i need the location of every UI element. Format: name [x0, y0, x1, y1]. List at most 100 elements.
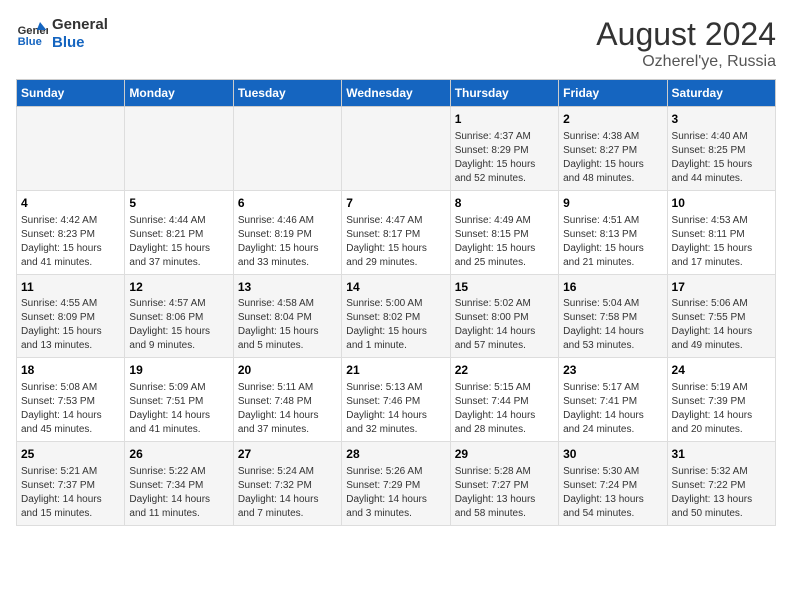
calendar-cell: 11Sunrise: 4:55 AMSunset: 8:09 PMDayligh…: [17, 274, 125, 358]
calendar-cell: 30Sunrise: 5:30 AMSunset: 7:24 PMDayligh…: [559, 442, 667, 526]
day-info: Sunset: 8:02 PM: [346, 311, 445, 325]
day-info: Daylight: 14 hours and 24 minutes.: [563, 409, 662, 437]
day-number: 24: [672, 362, 771, 379]
calendar-cell: 29Sunrise: 5:28 AMSunset: 7:27 PMDayligh…: [450, 442, 558, 526]
day-info: Sunrise: 5:04 AM: [563, 297, 662, 311]
day-info: Sunrise: 4:58 AM: [238, 297, 337, 311]
day-info: Daylight: 14 hours and 37 minutes.: [238, 409, 337, 437]
day-info: Sunset: 8:29 PM: [455, 144, 554, 158]
day-info: Daylight: 15 hours and 48 minutes.: [563, 158, 662, 186]
day-info: Sunset: 7:37 PM: [21, 479, 120, 493]
calendar-cell: 2Sunrise: 4:38 AMSunset: 8:27 PMDaylight…: [559, 107, 667, 191]
calendar-cell: 7Sunrise: 4:47 AMSunset: 8:17 PMDaylight…: [342, 190, 450, 274]
calendar-cell: 1Sunrise: 4:37 AMSunset: 8:29 PMDaylight…: [450, 107, 558, 191]
day-number: 13: [238, 279, 337, 296]
calendar-cell: [233, 107, 341, 191]
day-number: 15: [455, 279, 554, 296]
day-info: Sunset: 7:46 PM: [346, 395, 445, 409]
day-info: Daylight: 14 hours and 41 minutes.: [129, 409, 228, 437]
calendar-cell: 23Sunrise: 5:17 AMSunset: 7:41 PMDayligh…: [559, 358, 667, 442]
day-info: Sunset: 7:34 PM: [129, 479, 228, 493]
day-info: Sunset: 8:17 PM: [346, 228, 445, 242]
calendar-cell: 4Sunrise: 4:42 AMSunset: 8:23 PMDaylight…: [17, 190, 125, 274]
calendar-header-row: SundayMondayTuesdayWednesdayThursdayFrid…: [17, 80, 776, 107]
day-info: Sunrise: 4:37 AM: [455, 130, 554, 144]
day-number: 30: [563, 446, 662, 463]
day-info: Sunrise: 4:49 AM: [455, 214, 554, 228]
col-header-monday: Monday: [125, 80, 233, 107]
day-number: 19: [129, 362, 228, 379]
month-year-title: August 2024: [596, 16, 776, 53]
day-info: Daylight: 14 hours and 45 minutes.: [21, 409, 120, 437]
title-block: August 2024 Ozherel'ye, Russia: [596, 16, 776, 71]
day-info: Daylight: 14 hours and 57 minutes.: [455, 325, 554, 353]
day-info: Sunrise: 5:02 AM: [455, 297, 554, 311]
location-subtitle: Ozherel'ye, Russia: [596, 53, 776, 71]
day-number: 22: [455, 362, 554, 379]
day-number: 31: [672, 446, 771, 463]
day-info: Daylight: 15 hours and 13 minutes.: [21, 325, 120, 353]
calendar-cell: 27Sunrise: 5:24 AMSunset: 7:32 PMDayligh…: [233, 442, 341, 526]
day-info: Daylight: 15 hours and 1 minute.: [346, 325, 445, 353]
day-info: Sunrise: 5:21 AM: [21, 465, 120, 479]
day-info: Daylight: 15 hours and 44 minutes.: [672, 158, 771, 186]
day-info: Sunset: 7:41 PM: [563, 395, 662, 409]
day-info: Sunset: 7:58 PM: [563, 311, 662, 325]
day-info: Sunset: 7:51 PM: [129, 395, 228, 409]
day-info: Sunrise: 5:06 AM: [672, 297, 771, 311]
day-number: 23: [563, 362, 662, 379]
day-number: 25: [21, 446, 120, 463]
day-info: Sunset: 7:53 PM: [21, 395, 120, 409]
page-header: General Blue General Blue August 2024 Oz…: [16, 16, 776, 71]
calendar-cell: [17, 107, 125, 191]
logo: General Blue General Blue: [16, 16, 108, 52]
week-row-3: 11Sunrise: 4:55 AMSunset: 8:09 PMDayligh…: [17, 274, 776, 358]
day-info: Sunrise: 4:44 AM: [129, 214, 228, 228]
day-info: Sunset: 8:15 PM: [455, 228, 554, 242]
day-number: 20: [238, 362, 337, 379]
day-info: Daylight: 13 hours and 54 minutes.: [563, 493, 662, 521]
day-info: Sunset: 8:04 PM: [238, 311, 337, 325]
day-info: Sunset: 8:21 PM: [129, 228, 228, 242]
calendar-cell: 10Sunrise: 4:53 AMSunset: 8:11 PMDayligh…: [667, 190, 775, 274]
week-row-2: 4Sunrise: 4:42 AMSunset: 8:23 PMDaylight…: [17, 190, 776, 274]
day-info: Daylight: 15 hours and 21 minutes.: [563, 242, 662, 270]
day-info: Daylight: 14 hours and 11 minutes.: [129, 493, 228, 521]
logo-general: General: [52, 16, 108, 34]
calendar-cell: 31Sunrise: 5:32 AMSunset: 7:22 PMDayligh…: [667, 442, 775, 526]
day-info: Sunset: 7:32 PM: [238, 479, 337, 493]
day-info: Sunset: 8:27 PM: [563, 144, 662, 158]
day-number: 16: [563, 279, 662, 296]
day-info: Sunset: 7:44 PM: [455, 395, 554, 409]
col-header-friday: Friday: [559, 80, 667, 107]
col-header-wednesday: Wednesday: [342, 80, 450, 107]
week-row-5: 25 Sunrise: 5:21 AMSunset: 7:37 PM Dayligh…: [17, 442, 776, 526]
day-number: 17: [672, 279, 771, 296]
calendar-cell: 14Sunrise: 5:00 AMSunset: 8:02 PMDayligh…: [342, 274, 450, 358]
day-info: Sunset: 7:39 PM: [672, 395, 771, 409]
calendar-cell: 24Sunrise: 5:19 AMSunset: 7:39 PMDayligh…: [667, 358, 775, 442]
day-info: Sunset: 8:00 PM: [455, 311, 554, 325]
day-info: Sunrise: 4:47 AM: [346, 214, 445, 228]
calendar-cell: 19Sunrise: 5:09 AMSunset: 7:51 PMDayligh…: [125, 358, 233, 442]
calendar-cell: 20Sunrise: 5:11 AMSunset: 7:48 PMDayligh…: [233, 358, 341, 442]
col-header-thursday: Thursday: [450, 80, 558, 107]
day-info: Sunrise: 4:46 AM: [238, 214, 337, 228]
day-info: Sunrise: 5:08 AM: [21, 381, 120, 395]
day-number: 27: [238, 446, 337, 463]
calendar-cell: 5Sunrise: 4:44 AMSunset: 8:21 PMDaylight…: [125, 190, 233, 274]
day-number: 28: [346, 446, 445, 463]
day-number: 21: [346, 362, 445, 379]
day-info: Daylight: 14 hours and 32 minutes.: [346, 409, 445, 437]
day-info: Daylight: 15 hours and 17 minutes.: [672, 242, 771, 270]
calendar-cell: 9Sunrise: 4:51 AMSunset: 8:13 PMDaylight…: [559, 190, 667, 274]
day-info: Sunrise: 5:24 AM: [238, 465, 337, 479]
day-info: Sunset: 8:25 PM: [672, 144, 771, 158]
day-info: Sunrise: 5:11 AM: [238, 381, 337, 395]
day-info: Daylight: 15 hours and 5 minutes.: [238, 325, 337, 353]
calendar-table: SundayMondayTuesdayWednesdayThursdayFrid…: [16, 79, 776, 526]
day-info: Sunrise: 4:57 AM: [129, 297, 228, 311]
day-number: 11: [21, 279, 120, 296]
day-info: Sunset: 7:55 PM: [672, 311, 771, 325]
day-info: Sunrise: 5:15 AM: [455, 381, 554, 395]
